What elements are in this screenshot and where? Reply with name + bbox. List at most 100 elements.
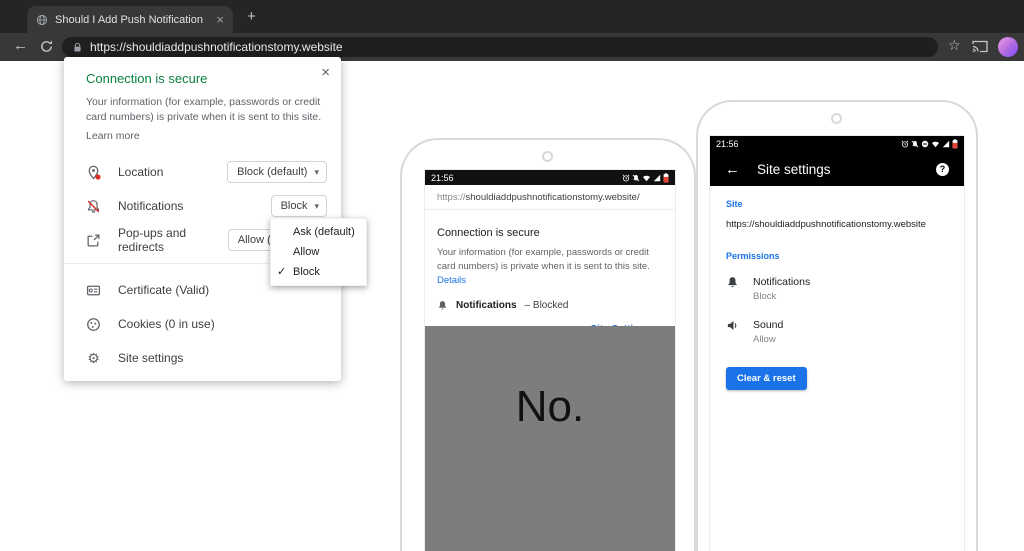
- alarm-icon: [622, 174, 630, 182]
- bookmark-star-icon[interactable]: ☆: [948, 37, 961, 54]
- connection-secure-title: Connection is secure: [86, 71, 207, 86]
- section-permissions-label: Permissions: [726, 251, 948, 261]
- url-text: https://shouldiaddpushnotificationstomy.…: [90, 40, 343, 54]
- permission-label: Pop-ups and redirects: [118, 226, 228, 254]
- secure-body-text: Your information (for example, passwords…: [437, 246, 664, 287]
- tab-title: Should I Add Push Notification: [55, 14, 209, 26]
- do-not-disturb-icon: [921, 140, 929, 148]
- notifications-blocked-icon: [86, 199, 101, 214]
- notifications-dropdown-value: Block: [281, 200, 308, 212]
- screenshot-root: Should I Add Push Notification × + ← htt…: [0, 0, 1024, 551]
- app-bar: ← Site settings ?: [710, 152, 964, 186]
- popups-redirects-icon: [86, 233, 101, 248]
- help-icon[interactable]: ?: [936, 163, 949, 176]
- wifi-icon: [642, 174, 651, 182]
- status-bar: 21:56: [425, 170, 675, 185]
- browser-tab[interactable]: Should I Add Push Notification ×: [27, 6, 233, 33]
- phone-camera-dot: [831, 113, 842, 124]
- site-settings-label: Site settings: [118, 351, 327, 365]
- cookies-row[interactable]: Cookies (0 in use): [64, 307, 341, 341]
- speaker-icon: [726, 319, 739, 332]
- reload-icon[interactable]: [39, 39, 54, 54]
- wifi-icon: [931, 140, 940, 148]
- status-icons: [901, 139, 958, 149]
- phone-mockup-site-info: 21:56 https://shouldiaddpushnotification…: [400, 138, 696, 551]
- battery-icon: [952, 139, 958, 149]
- page-text: No.: [425, 382, 675, 432]
- browser-titlebar: Should I Add Push Notification × +: [0, 0, 1024, 33]
- signal-icon: [653, 174, 661, 182]
- learn-more-link[interactable]: Learn more: [86, 130, 140, 142]
- site-info-popup: × Connection is secure Your information …: [64, 57, 341, 381]
- site-settings-row[interactable]: ⚙ Site settings: [64, 341, 341, 375]
- mobile-site-info-sheet: Connection is secure Your information (f…: [425, 210, 675, 335]
- gear-icon: ⚙: [86, 350, 101, 367]
- permission-dropdown-menu: Ask (default) Allow ✓ Block: [270, 218, 367, 286]
- webpage-content: No.: [425, 326, 675, 551]
- mobile-address-bar[interactable]: https://shouldiaddpushnotificationstomy.…: [425, 185, 675, 210]
- globe-favicon-icon: [36, 14, 48, 26]
- location-dropdown[interactable]: Block (default) ▾: [227, 161, 327, 183]
- notifications-status-row: Notifications – Blocked: [437, 300, 663, 311]
- status-icons: [622, 173, 669, 183]
- notifications-off-icon: [911, 140, 919, 148]
- profile-avatar[interactable]: [998, 37, 1018, 57]
- notifications-label: Notifications: [456, 300, 517, 311]
- address-bar[interactable]: https://shouldiaddpushnotificationstomy.…: [62, 37, 938, 57]
- notifications-off-icon: [632, 174, 640, 182]
- back-button[interactable]: ←: [13, 37, 28, 54]
- bell-icon: [437, 300, 448, 311]
- sound-permission-row[interactable]: Sound Allow: [726, 319, 948, 345]
- status-time: 21:56: [716, 139, 739, 149]
- permission-label: Notifications: [118, 199, 271, 213]
- status-bar: 21:56: [710, 136, 964, 152]
- permission-value: Block: [753, 291, 810, 302]
- permission-value: Allow: [753, 334, 783, 345]
- url-host: shouldiaddpushnotificationstomy.website/: [466, 192, 640, 203]
- site-settings-content: Site https://shouldiaddpushnotifications…: [710, 199, 964, 390]
- cast-icon[interactable]: [972, 40, 988, 53]
- status-time: 21:56: [431, 173, 454, 183]
- cookie-icon: [86, 317, 101, 332]
- permission-label: Sound: [753, 319, 783, 331]
- permission-row-location: Location Block (default) ▾: [64, 155, 341, 189]
- section-site-label: Site: [726, 199, 948, 209]
- location-icon: [86, 165, 101, 180]
- phone-screen: 21:56 ← Site settings ? Site https://sho…: [710, 136, 964, 551]
- check-icon: ✓: [277, 262, 286, 282]
- phone-screen: 21:56 https://shouldiaddpushnotification…: [425, 170, 675, 551]
- menu-item-block[interactable]: ✓ Block: [271, 262, 366, 282]
- notifications-permission-row[interactable]: Notifications Block: [726, 276, 948, 302]
- back-arrow-icon[interactable]: ←: [725, 161, 740, 178]
- secure-title: Connection is secure: [437, 227, 663, 239]
- phone-mockup-site-settings: 21:56 ← Site settings ? Site https://sho…: [696, 100, 978, 551]
- menu-item-allow[interactable]: Allow: [271, 242, 366, 262]
- lock-icon: [72, 42, 83, 53]
- tab-close-icon[interactable]: ×: [216, 13, 224, 26]
- url-scheme: https://: [437, 192, 466, 203]
- location-dropdown-value: Block (default): [237, 166, 307, 178]
- app-bar-title: Site settings: [757, 162, 919, 177]
- notifications-state: – Blocked: [525, 300, 569, 311]
- cookies-label: Cookies (0 in use): [118, 317, 327, 331]
- permission-label: Notifications: [753, 276, 810, 288]
- alarm-icon: [901, 140, 909, 148]
- phone-camera-dot: [542, 151, 553, 162]
- connection-secure-body: Your information (for example, passwords…: [86, 95, 328, 125]
- close-icon[interactable]: ×: [321, 64, 330, 81]
- permission-label: Location: [118, 165, 227, 179]
- chevron-down-icon: ▾: [314, 201, 319, 212]
- certificate-icon: [86, 283, 101, 298]
- secure-body: Your information (for example, passwords…: [437, 247, 650, 272]
- signal-icon: [942, 140, 950, 148]
- clear-reset-button[interactable]: Clear & reset: [726, 367, 807, 390]
- battery-icon: [663, 173, 669, 183]
- bell-icon: [726, 276, 739, 289]
- site-url: https://shouldiaddpushnotificationstomy.…: [726, 219, 948, 230]
- new-tab-button[interactable]: +: [247, 8, 256, 25]
- notifications-dropdown[interactable]: Block ▾: [271, 195, 327, 217]
- menu-item-block-label: Block: [293, 266, 320, 278]
- details-link[interactable]: Details: [437, 275, 466, 286]
- menu-item-ask[interactable]: Ask (default): [271, 222, 366, 242]
- chevron-down-icon: ▾: [314, 167, 319, 178]
